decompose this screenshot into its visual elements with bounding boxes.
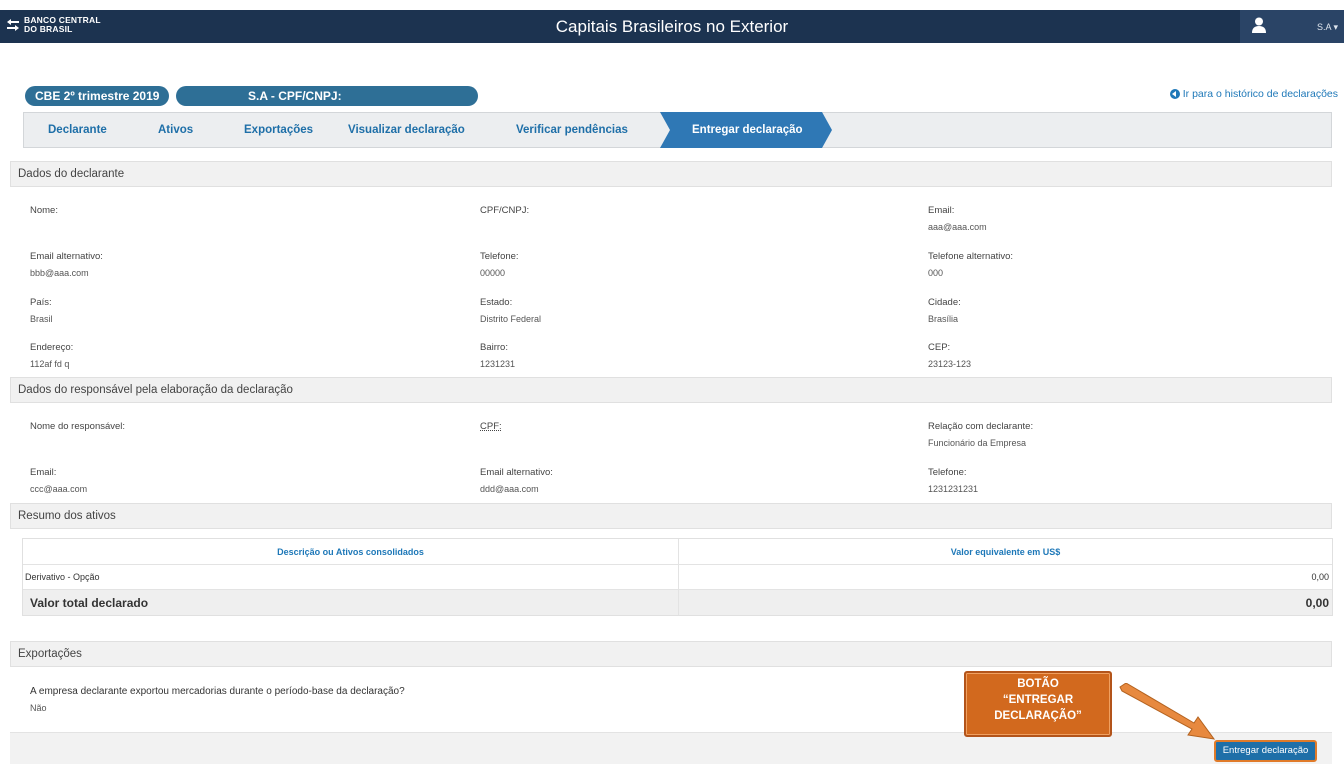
annotation-callout: BOTÃO “ENTREGAR DECLARAÇÃO” <box>964 671 1112 737</box>
app-header: BANCO CENTRAL DO BRASIL Capitais Brasile… <box>0 10 1344 43</box>
user-name-text: S.A <box>1316 22 1331 32</box>
cep-value: 23123-123 <box>928 359 972 369</box>
relacao-value: Funcionário da Empresa <box>928 438 1027 448</box>
estado-label: Estado: <box>480 297 513 308</box>
responsavel-email-value: ccc@aaa.com <box>30 484 88 494</box>
responsavel-telefone-label: Telefone: <box>928 467 967 478</box>
table-row: Derivativo - Opção 0,00 <box>23 565 1332 590</box>
step-exportacoes[interactable]: Exportações <box>244 113 313 147</box>
table-total-row: Valor total declarado 0,00 <box>23 590 1332 615</box>
email-value: aaa@aaa.com <box>928 222 987 232</box>
pais-value: Brasil <box>30 314 53 324</box>
entregar-declaracao-button[interactable]: Entregar declaração <box>1214 740 1317 762</box>
email-label: Email: <box>928 205 955 216</box>
responsavel-telefone-value: 1231231231 <box>928 484 979 494</box>
declarant-badge: S.A - CPF/CNPJ: <box>176 86 478 106</box>
responsavel-nome-label: Nome do responsável: <box>30 421 126 432</box>
estado-value: Distrito Federal <box>480 314 542 324</box>
responsavel-email-label: Email: <box>30 467 57 478</box>
cpf-cnpj-label: CPF/CNPJ: <box>480 205 530 216</box>
step-entregar-declaracao[interactable]: Entregar declaração <box>660 112 840 148</box>
exportacao-answer: Não <box>30 703 47 713</box>
chevron-down-icon: ▾ <box>1333 22 1338 32</box>
user-icon <box>1252 17 1266 33</box>
total-value: 0,00 <box>1305 595 1329 610</box>
responsavel-cpf-label: CPF: <box>480 421 502 432</box>
step-verificar-pendencias[interactable]: Verificar pendências <box>516 113 628 147</box>
telefone-alt-label: Telefone alternativo: <box>928 251 1014 262</box>
endereco-label: Endereço: <box>30 342 74 353</box>
row-valor: 0,00 <box>1311 572 1329 582</box>
column-divider <box>678 565 679 589</box>
annotation-arrow-icon <box>1119 683 1216 740</box>
row-descricao: Derivativo - Opção <box>25 572 100 582</box>
step-visualizar-declaracao[interactable]: Visualizar declaração <box>348 113 465 147</box>
email-alt-value: bbb@aaa.com <box>30 268 89 278</box>
arrow-left-circle-icon <box>1169 89 1180 99</box>
period-badge: CBE 2º trimestre 2019 <box>25 86 169 106</box>
section-exportacoes: Exportações <box>10 641 1332 667</box>
user-name: S.A ▾ <box>1317 22 1338 33</box>
endereco-value: 112af fd q <box>30 359 70 369</box>
nome-label: Nome: <box>30 205 58 216</box>
user-menu[interactable]: S.A ▾ <box>1240 10 1344 43</box>
telefone-value: 00000 <box>480 268 506 278</box>
table-header-row: Descrição ou Ativos consolidados Valor e… <box>23 539 1332 565</box>
telefone-label: Telefone: <box>480 251 519 262</box>
col-header-descricao: Descrição ou Ativos consolidados <box>277 546 424 557</box>
section-dados-declarante: Dados do declarante <box>10 161 1332 187</box>
step-ativos[interactable]: Ativos <box>158 113 193 147</box>
history-link[interactable]: Ir para o histórico de declarações <box>1169 88 1338 100</box>
telefone-alt-value: 000 <box>928 268 944 278</box>
cep-label: CEP: <box>928 342 951 353</box>
resumo-ativos-table: Descrição ou Ativos consolidados Valor e… <box>22 538 1333 616</box>
callout-line-1: BOTÃO <box>1017 678 1059 690</box>
exportacao-question: A empresa declarante exportou mercadoria… <box>30 686 405 697</box>
section-resumo-ativos: Resumo dos ativos <box>10 503 1332 529</box>
col-header-valor: Valor equivalente em US$ <box>950 546 1061 557</box>
callout-line-2: “ENTREGAR <box>1002 694 1074 706</box>
cidade-label: Cidade: <box>928 297 961 308</box>
cidade-value: Brasília <box>928 314 959 324</box>
pais-label: País: <box>30 297 52 308</box>
email-alt-label: Email alternativo: <box>30 251 103 262</box>
history-link-text: Ir para o histórico de declarações <box>1182 88 1338 100</box>
bairro-value: 1231231 <box>480 359 516 369</box>
responsavel-email-alt-value: ddd@aaa.com <box>480 484 539 494</box>
bairro-label: Bairro: <box>480 342 508 353</box>
app-title: Capitais Brasileiros no Exterior <box>555 17 789 36</box>
step-entregar-label: Entregar declaração <box>692 124 803 136</box>
total-label: Valor total declarado <box>30 595 149 610</box>
callout-line-3: DECLARAÇÃO” <box>994 710 1082 722</box>
step-declarante[interactable]: Declarante <box>48 113 107 147</box>
column-divider <box>678 590 679 615</box>
wizard-steps: Declarante Ativos Exportações Visualizar… <box>23 112 1332 148</box>
section-dados-responsavel: Dados do responsável pela elaboração da … <box>10 377 1332 403</box>
relacao-label: Relação com declarante: <box>928 421 1034 432</box>
responsavel-email-alt-label: Email alternativo: <box>480 467 553 478</box>
